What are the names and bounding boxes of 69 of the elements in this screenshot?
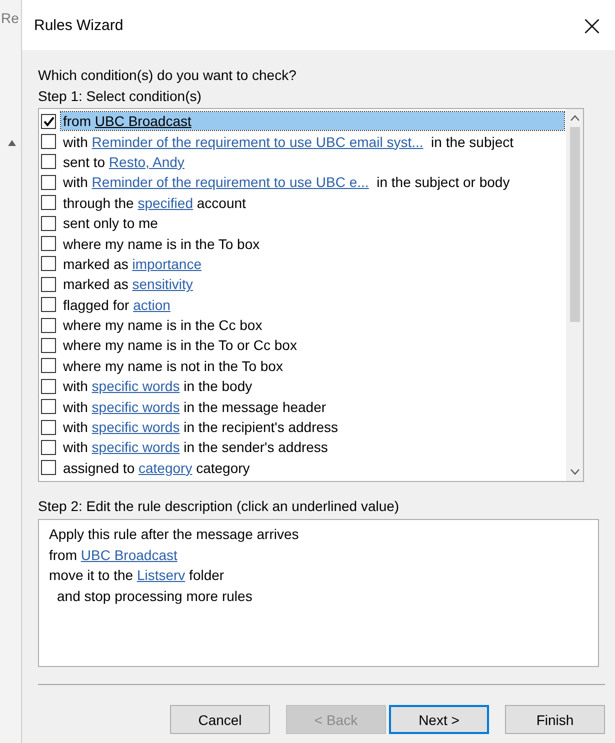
checkbox[interactable] [41, 114, 56, 129]
description-line: from UBC Broadcast [49, 546, 178, 564]
condition-item[interactable]: flagged for action [61, 296, 564, 314]
link[interactable]: UBC Broadcast [80, 546, 178, 562]
condition-item[interactable]: through the specified account [61, 194, 564, 212]
condition-item[interactable]: where my name is in the To box [61, 234, 564, 253]
step-label: Step 2: Edit the rule description (click an underlined value) [38, 497, 400, 516]
question-label: Which condition(s) do you want to check? [38, 66, 298, 85]
condition-item[interactable]: with specific words in the message header [61, 398, 564, 416]
condition-item[interactable]: with Reminder of the requirement to use UBC e... in the subject or body [61, 173, 564, 192]
checkbox[interactable] [41, 358, 56, 374]
condition-item[interactable]: sent to Resto, Andy [61, 152, 564, 171]
condition-item[interactable]: where my name is not in the To box [61, 356, 564, 375]
checkbox[interactable] [41, 216, 56, 231]
link[interactable]: specific words [92, 378, 180, 394]
dialog-button[interactable]: Cancel [170, 705, 270, 734]
link[interactable]: specific words [92, 439, 180, 456]
checkbox[interactable] [41, 399, 56, 414]
checkbox[interactable] [41, 318, 56, 333]
step-label: Step 1: Select condition(s) [38, 87, 202, 106]
checkbox[interactable] [41, 378, 56, 394]
condition-item[interactable]: with specific words in the sender's address [61, 438, 564, 456]
scroll-up-icon[interactable] [570, 115, 580, 121]
condition-item[interactable]: marked as sensitivity [61, 275, 564, 294]
link[interactable]: specified [138, 194, 193, 211]
scrollbar[interactable] [566, 109, 583, 481]
scroll-down-icon[interactable] [570, 469, 580, 475]
link[interactable]: Listserv [136, 567, 186, 583]
checkbox[interactable] [41, 134, 56, 150]
checkbox[interactable] [41, 256, 56, 272]
checkbox[interactable] [41, 440, 56, 455]
condition-item[interactable]: where my name is in the To or Cc box [61, 336, 564, 354]
checkbox[interactable] [41, 174, 56, 190]
scroll-up-icon[interactable] [8, 140, 16, 146]
window-title: Re [1, 10, 19, 26]
condition-item[interactable]: marked as importance [61, 254, 564, 273]
condition-item[interactable]: from UBC Broadcast [61, 112, 564, 130]
link[interactable]: Resto, Andy [108, 154, 184, 170]
condition-item[interactable]: with specific words in the body [61, 377, 564, 396]
condition-item[interactable]: with Reminder of the requirement to use UBC email syst... in the subject [61, 132, 564, 151]
condition-item[interactable]: sent only to me [61, 214, 564, 232]
link[interactable]: specific words [92, 419, 180, 436]
window-title: Rules Wizard [34, 16, 124, 34]
dialog-button[interactable]: Finish [505, 705, 605, 734]
description-line: move it to the Listserv folder [49, 566, 226, 585]
link[interactable]: specific words [92, 398, 180, 415]
checkbox[interactable] [41, 420, 56, 435]
checkbox[interactable] [41, 154, 56, 170]
dialog-button[interactable]: Next > [389, 705, 489, 734]
link[interactable]: UBC Broadcast [94, 113, 192, 130]
link[interactable]: category [138, 460, 192, 476]
description-line: Apply this rule after the message arrives [49, 525, 300, 544]
checkbox[interactable] [41, 338, 56, 353]
condition-item[interactable]: assigned to category category [61, 458, 564, 477]
link[interactable]: sensitivity [132, 276, 193, 292]
checkbox[interactable] [41, 297, 56, 312]
link[interactable]: action [133, 296, 170, 313]
link[interactable]: Reminder of the requirement to use UBC e... [92, 174, 369, 190]
checkbox[interactable] [41, 276, 56, 292]
scroll-thumb[interactable] [570, 127, 580, 322]
condition-item[interactable]: where my name is in the Cc box [61, 316, 564, 334]
link[interactable]: Reminder of the requirement to use UBC email syst... [92, 134, 424, 150]
link[interactable]: importance [132, 256, 202, 272]
checkbox[interactable] [41, 460, 56, 476]
condition-item[interactable]: with specific words in the recipient's address [61, 418, 564, 436]
description-line: and stop processing more rules [56, 586, 254, 606]
checkbox[interactable] [41, 195, 56, 210]
checkbox[interactable] [41, 236, 56, 252]
close-button[interactable]: × [569, 5, 615, 45]
